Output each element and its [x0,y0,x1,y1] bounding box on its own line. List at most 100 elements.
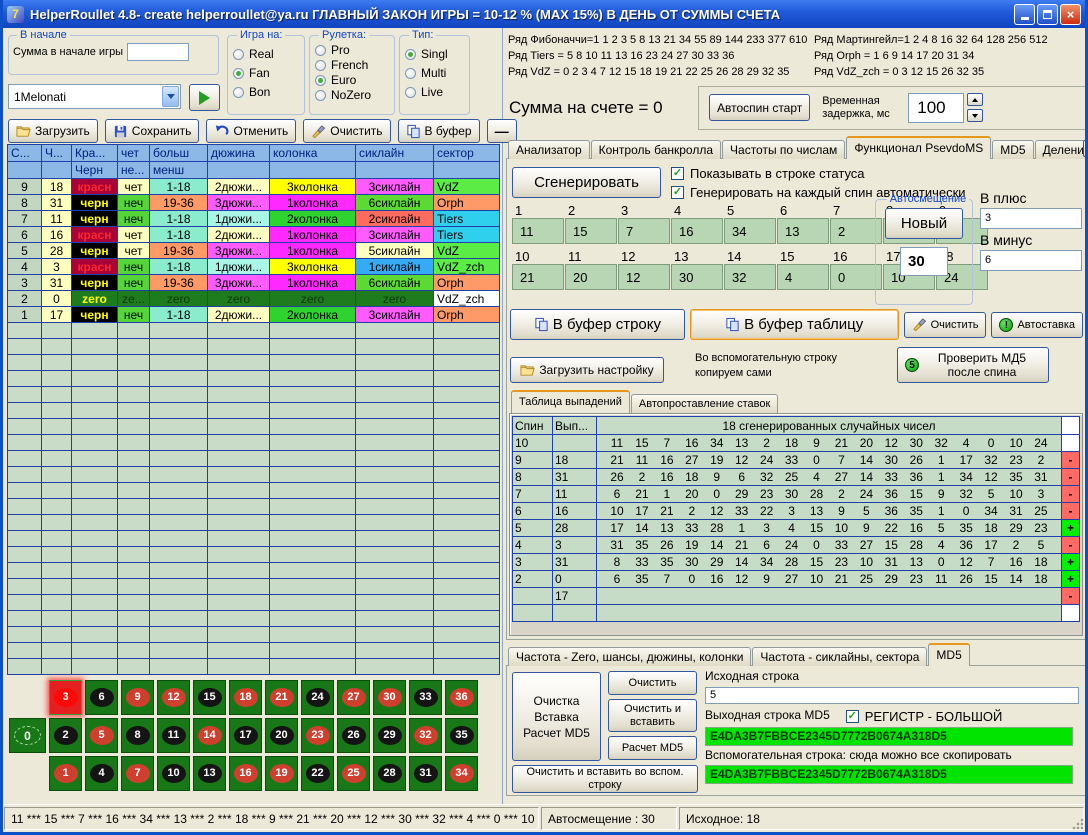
minus-input[interactable]: 6 [980,250,1082,271]
board-number-31[interactable]: 31 [409,756,442,791]
board-number-16[interactable]: 16 [229,756,262,791]
tab-scroll-left[interactable] [1083,140,1088,157]
board-number-28[interactable]: 28 [373,756,406,791]
autoshift-value[interactable]: 30 [900,247,948,276]
board-number-1[interactable]: 1 [49,756,82,791]
clear-button[interactable]: Очистить [303,119,390,143]
md5-calc-button[interactable]: Расчет MD5 [608,736,697,760]
board-number-15[interactable]: 15 [193,680,226,715]
copy-buffer-button[interactable]: В буфер [398,119,480,143]
inner-tab-1[interactable]: Таблица выпадений [511,390,630,413]
preset-combobox[interactable]: 1Melonati [8,84,181,109]
bottom-tab-1[interactable]: Частота - Zero, шансы, дюжины, колонки [508,647,751,666]
board-number-18[interactable]: 18 [229,680,262,715]
autospin-start-button[interactable]: Автоспин старт [709,94,810,121]
board-number-32[interactable]: 32 [409,718,442,753]
board-number-23[interactable]: 23 [301,718,334,753]
autobet-button[interactable]: ! Автоставка [991,312,1083,338]
board-number-27[interactable]: 27 [337,680,370,715]
start-sum-input[interactable] [127,43,189,61]
game-option-option-bon[interactable]: Bon [233,85,299,99]
md5-output-field[interactable]: E4DA3B7FBBCE2345D7772B0674A318D5 [705,727,1073,746]
buffer-row-button[interactable]: В буфер строку [510,309,685,340]
save-button[interactable]: Сохранить [105,119,200,143]
tab-2[interactable]: Контроль банкролла [591,140,721,159]
checkbox-uppercase[interactable]: РЕГИСТР - БОЛЬШОЙ [846,707,1003,726]
board-number-9[interactable]: 9 [121,680,154,715]
check-md5-button[interactable]: 5 Проверить МД5 после спина [897,347,1049,383]
undo-button[interactable]: Отменить [206,119,296,143]
board-number-8[interactable]: 8 [121,718,154,753]
bottom-tab-3[interactable]: MD5 [928,643,969,666]
roulette-option-option-french[interactable]: French [315,58,389,72]
clear-generated-button[interactable]: Очистить [904,312,987,338]
resize-grip[interactable] [1072,818,1084,830]
game-option-option-real[interactable]: Real [233,47,299,61]
board-number-21[interactable]: 21 [265,680,298,715]
roulette-option-option-pro[interactable]: Pro [315,43,389,57]
minimize-button[interactable] [1014,4,1035,25]
bottom-tab-2[interactable]: Частота - сиклайны, сектора [752,647,927,666]
board-number-35[interactable]: 35 [445,718,478,753]
type-option-option-singl[interactable]: Singl [405,47,464,61]
board-number-26[interactable]: 26 [337,718,370,753]
board-number-7[interactable]: 7 [121,756,154,791]
board-number-12[interactable]: 12 [157,680,190,715]
board-number-19[interactable]: 19 [265,756,298,791]
load-settings-button[interactable]: Загрузить настройку [510,357,664,383]
checkbox-show-status[interactable]: Показывать в строке статуса [671,164,966,183]
board-number-11[interactable]: 11 [157,718,190,753]
tab-1[interactable]: Анализатор [508,140,590,159]
board-number-5[interactable]: 5 [85,718,118,753]
board-number-25[interactable]: 25 [337,756,370,791]
roulette-option-option-euro[interactable]: Euro [315,73,389,87]
board-number-2[interactable]: 2 [49,718,82,753]
type-option-option-live[interactable]: Live [405,85,464,99]
game-option-option-fan[interactable]: Fan [233,66,299,80]
delay-input[interactable]: 100 [908,93,964,123]
new-button[interactable]: Новый [885,208,963,239]
board-number-4[interactable]: 4 [85,756,118,791]
md5-clear-paste-aux-button[interactable]: Очистить и вставить во вспом. строку [512,765,698,793]
board-number-33[interactable]: 33 [409,680,442,715]
tab-3[interactable]: Частоты по числам [722,140,845,159]
history-cell [118,323,150,339]
generate-button[interactable]: Сгенерировать [512,167,661,198]
plus-input[interactable]: 3 [980,208,1082,229]
board-number-30[interactable]: 30 [373,680,406,715]
board-number-6[interactable]: 6 [85,680,118,715]
board-number-29[interactable]: 29 [373,718,406,753]
md5-big-button[interactable]: Очистка Вставка Расчет MD5 [512,672,601,761]
board-number-0[interactable]: 0 [9,718,46,753]
board-number-20[interactable]: 20 [265,718,298,753]
load-button[interactable]: Загрузить [8,119,98,143]
board-number-24[interactable]: 24 [301,680,334,715]
board-number-34[interactable]: 34 [445,756,478,791]
maximize-button[interactable] [1037,4,1058,25]
history-cell: красн [72,227,118,243]
play-button[interactable] [189,84,220,111]
combo-dropdown-icon[interactable] [162,86,179,107]
board-number-36[interactable]: 36 [445,680,478,715]
type-option-option-multi[interactable]: Multi [405,66,464,80]
board-number-10[interactable]: 10 [157,756,190,791]
tab-4[interactable]: Функционал PsevdoMS [846,136,991,159]
radio-icon [233,87,244,98]
md5-source-input[interactable] [705,687,1079,704]
tab-5[interactable]: MD5 [992,140,1033,159]
buffer-table-button[interactable]: В буфер таблицу [690,309,899,340]
roulette-option-option-nozero[interactable]: NoZero [315,88,389,102]
board-number-14[interactable]: 14 [193,718,226,753]
md5-clear-paste-button[interactable]: Очистить и вставить [608,699,697,732]
inner-tab-2[interactable]: Автопроставление ставок [631,394,778,413]
board-number-22[interactable]: 22 [301,756,334,791]
md5-clear-button[interactable]: Очистить [608,671,697,695]
md5-aux-field[interactable]: E4DA3B7FBBCE2345D7772B0674A318D5 [705,765,1073,784]
board-number-13[interactable]: 13 [193,756,226,791]
spinner-down-button[interactable] [967,109,983,122]
spinner-up-button[interactable] [967,93,983,106]
tab-6[interactable]: Деление ко [1035,140,1088,159]
board-number-3[interactable]: 3 [49,680,82,715]
board-number-17[interactable]: 17 [229,718,262,753]
close-button[interactable]: × [1060,4,1081,25]
